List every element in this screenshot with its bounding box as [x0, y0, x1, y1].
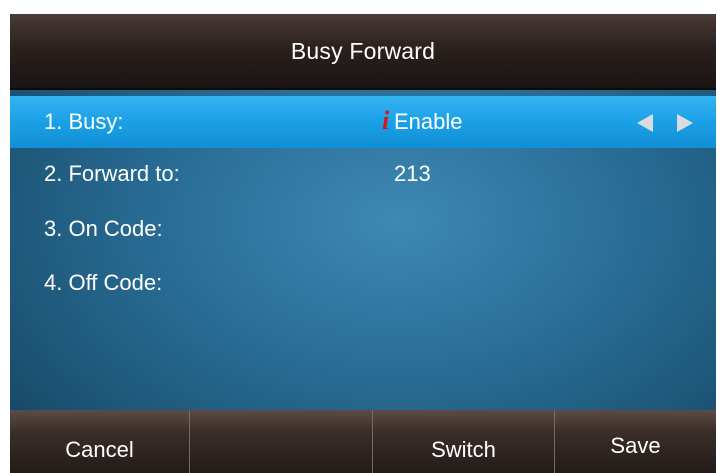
switch-button[interactable]: Switch — [373, 410, 555, 473]
forward-to-value[interactable]: 213 — [394, 161, 431, 187]
setting-row-on-code[interactable]: 3. On Code: — [10, 203, 716, 255]
row-label: 3. On Code: — [44, 216, 163, 241]
softkey-label: Switch — [431, 437, 496, 462]
softkey-bar: Cancel Switch Save — [10, 410, 716, 473]
setting-row-busy[interactable]: 1. Busy: i Enable — [10, 96, 716, 148]
row-label: 4. Off Code: — [44, 270, 163, 295]
softkey-label: Cancel — [65, 437, 134, 462]
softkey-label: Save — [610, 433, 661, 458]
setting-row-off-code[interactable]: 4. Off Code: — [10, 257, 716, 309]
row-label: 1. Busy: — [44, 109, 124, 134]
row-label: 2. Forward to: — [44, 161, 180, 186]
info-icon: i — [382, 106, 390, 135]
cancel-button[interactable]: Cancel — [10, 410, 190, 473]
page-title: Busy Forward — [290, 37, 436, 64]
setting-row-forward-to[interactable]: 2. Forward to: 213 — [10, 148, 716, 200]
save-button[interactable]: Save — [555, 410, 716, 473]
busy-value[interactable]: Enable — [394, 109, 463, 135]
phone-screen: Busy Forward 1. Busy: i Enable 2. Forwar… — [10, 14, 716, 473]
left-right-arrows-icon[interactable] — [637, 113, 693, 133]
title-bar: Busy Forward — [10, 14, 716, 90]
empty-softkey[interactable] — [190, 410, 373, 473]
